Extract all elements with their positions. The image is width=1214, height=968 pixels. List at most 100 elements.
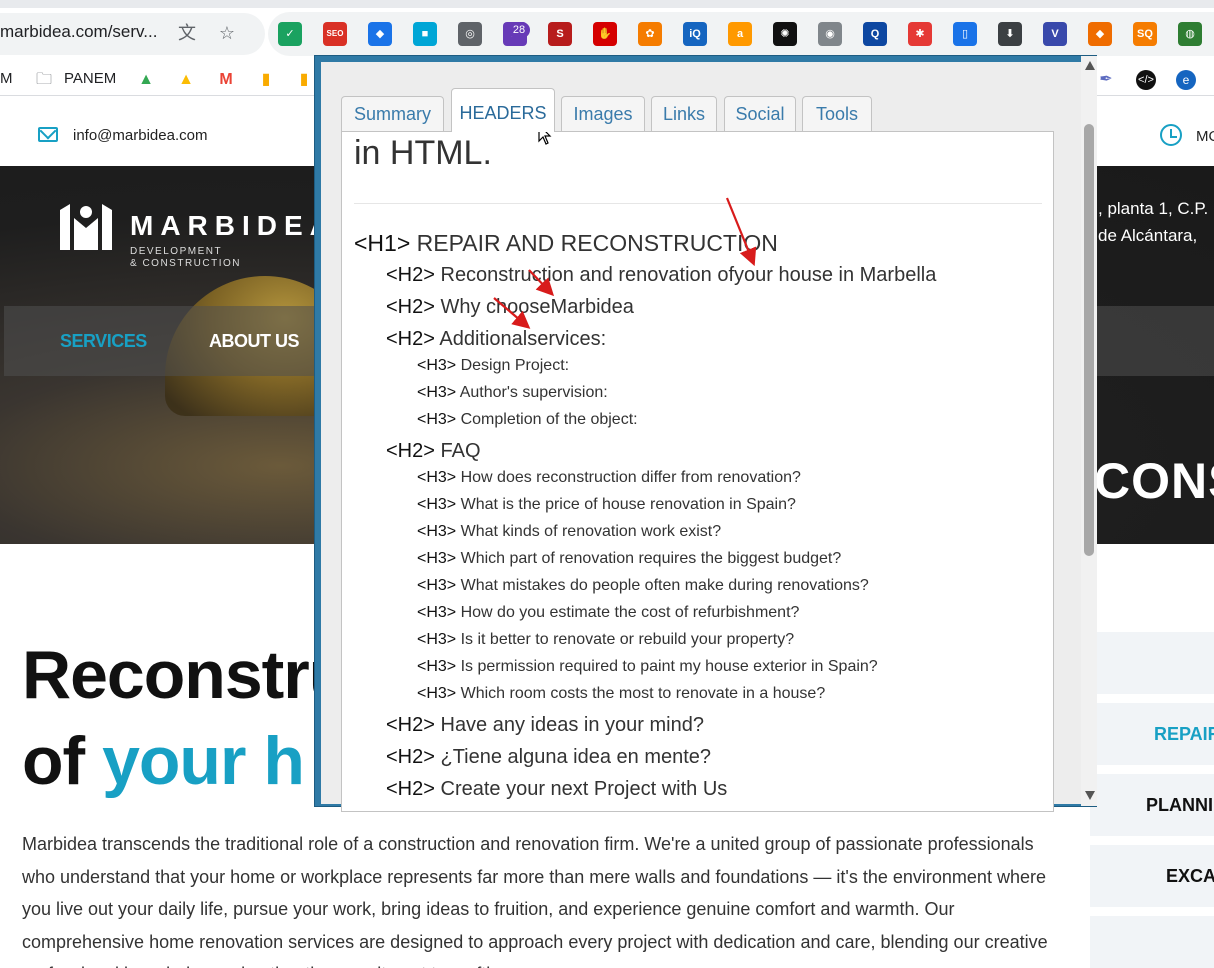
header-row-h3: <H3> Is permission required to paint my …: [417, 658, 878, 676]
header-tag-label: <H3>: [417, 357, 457, 374]
page-title-line-1: Reconstru: [22, 637, 350, 713]
folder-icon[interactable]: 🗀: [34, 70, 54, 90]
scroll-thumb[interactable]: [1084, 124, 1094, 556]
clock-icon: [1160, 124, 1182, 146]
side-item-excavation[interactable]: EXCA: [1166, 866, 1214, 887]
header-tag-label: <H3>: [417, 658, 457, 675]
seo-ext-icon[interactable]: SEO: [323, 22, 347, 46]
page-title-line-2: of your h: [22, 722, 305, 800]
header-tag-label: <H2>: [386, 778, 435, 800]
s-ext-icon[interactable]: S: [548, 22, 572, 46]
headers-panel[interactable]: in HTML. <H1> REPAIR AND RECONSTRUCTION <…: [341, 131, 1054, 812]
header-text: Which part of renovation requires the bi…: [456, 550, 842, 567]
feather-icon[interactable]: ✒: [1096, 70, 1116, 90]
nav-about-us[interactable]: ABOUT US: [209, 331, 300, 352]
header-tag-label: <H3>: [417, 550, 457, 567]
tag-ext-icon[interactable]: ◆: [368, 22, 392, 46]
edge-icon[interactable]: e: [1176, 70, 1196, 90]
globe-ext-icon[interactable]: ◍: [1178, 22, 1202, 46]
header-tag-label: <H3>: [417, 523, 457, 540]
bookmark-m[interactable]: M: [0, 70, 13, 87]
header-tag-label: <H1>: [354, 230, 411, 256]
chatgpt-ext-icon[interactable]: ✺: [773, 22, 797, 46]
header-tag-label: <H3>: [417, 685, 457, 702]
header-text: Is permission required to paint my house…: [456, 658, 878, 675]
bookmark-star-icon[interactable]: ☆: [216, 22, 238, 44]
header-text: Author's supervision:: [456, 384, 608, 401]
tab-social[interactable]: Social: [724, 96, 796, 132]
tab-strip: [0, 0, 1214, 8]
flower-ext-icon[interactable]: ✿: [638, 22, 662, 46]
address-line-2: de Alcántara,: [1098, 226, 1198, 245]
url-text[interactable]: marbidea.com/serv...: [0, 22, 157, 42]
header-text: FAQ: [434, 440, 481, 462]
header-text: What is the price of house renovation in…: [456, 496, 796, 513]
translate-icon[interactable]: 文: [176, 22, 198, 44]
header-tag-label: <H2>: [386, 296, 435, 318]
side-item-planning[interactable]: PLANNI: [1146, 795, 1213, 816]
header-tag-label: <H2>: [386, 440, 435, 462]
scroll-up-arrow-icon[interactable]: [1085, 61, 1095, 70]
search-ext-icon[interactable]: Q: [863, 22, 887, 46]
iq-ext-icon[interactable]: iQ: [683, 22, 707, 46]
header-tag-label: <H2>: [386, 328, 435, 350]
header-text: Why chooseMarbidea: [434, 296, 634, 318]
tab-links[interactable]: Links: [651, 96, 717, 132]
square-ext-icon[interactable]: ■: [413, 22, 437, 46]
code-icon[interactable]: </>: [1136, 70, 1156, 90]
header-row-h2: <H2> Reconstruction and renovation ofyou…: [386, 264, 936, 287]
tab-summary[interactable]: Summary: [341, 96, 444, 132]
drive-icon[interactable]: ▲: [136, 70, 156, 90]
header-row-h3: <H3> What kinds of renovation work exist…: [417, 523, 721, 541]
pin-ext-icon[interactable]: ◎: [458, 22, 482, 46]
title-accent: your h: [102, 723, 305, 799]
analytics-icon-2[interactable]: ▮: [294, 70, 314, 90]
side-item-repair[interactable]: REPAIR: [1154, 724, 1214, 745]
fox-ext-icon[interactable]: ◆: [1088, 22, 1112, 46]
tab-headers[interactable]: HEADERS: [451, 88, 555, 132]
header-text: Reconstruction and renovation ofyour hou…: [434, 264, 937, 286]
bookmark-panem[interactable]: PANEM: [64, 70, 116, 87]
contact-email[interactable]: info@marbidea.com: [73, 127, 207, 144]
header-tag-label: <H3>: [417, 469, 457, 486]
logo-wordmark[interactable]: MARBIDEA: [130, 210, 337, 242]
tab-images[interactable]: Images: [561, 96, 645, 132]
nav-services[interactable]: SERVICES: [60, 331, 147, 352]
v-ext-icon[interactable]: V: [1043, 22, 1067, 46]
title-plain: of: [22, 723, 103, 799]
seo-popup-body: Summary HEADERS Images Links Social Tool…: [321, 62, 1082, 812]
camera-ext-icon[interactable]: ◉: [818, 22, 842, 46]
header-tag-label: <H2>: [386, 746, 435, 768]
header-row-h3: <H3> Author's supervision:: [417, 384, 608, 402]
previous-section-text: in HTML.: [354, 134, 492, 172]
gmail-icon[interactable]: M: [216, 70, 236, 90]
logo-subtitle-2: & CONSTRUCTION: [130, 258, 241, 269]
header-tag-label: <H3>: [417, 384, 457, 401]
logo-icon[interactable]: [60, 204, 112, 250]
header-tag-label: <H3>: [417, 577, 457, 594]
amazon-ext-icon[interactable]: a: [728, 22, 752, 46]
seo-orange-ext-icon[interactable]: SQ: [1133, 22, 1157, 46]
header-row-h2: <H2> FAQ: [386, 440, 481, 463]
header-row-h3: <H3> How does reconstruction differ from…: [417, 469, 801, 487]
logo-subtitle-1: DEVELOPMENT: [130, 246, 223, 257]
header-row-h3: <H3> Completion of the object:: [417, 411, 638, 429]
hand-ext-icon[interactable]: ✋: [593, 22, 617, 46]
download-ext-icon[interactable]: ⬇: [998, 22, 1022, 46]
header-tag-label: <H3>: [417, 496, 457, 513]
analytics-icon[interactable]: ▮: [256, 70, 276, 90]
popup-scrollbar[interactable]: [1081, 56, 1097, 806]
side-card-more[interactable]: [1090, 916, 1214, 968]
header-row-h3: <H3> How do you estimate the cost of ref…: [417, 604, 799, 622]
check-ext-icon[interactable]: ✓: [278, 22, 302, 46]
tab-tools[interactable]: Tools: [802, 96, 872, 132]
phone-ext-icon[interactable]: ▯: [953, 22, 977, 46]
scroll-down-arrow-icon[interactable]: [1085, 791, 1095, 800]
address-line-1: , planta 1, C.P.: [1098, 199, 1209, 218]
hero-heading-fragment: CONS: [1094, 453, 1214, 509]
header-tag-label: <H2>: [386, 714, 435, 736]
side-card-blank[interactable]: [1090, 632, 1214, 694]
drive-icon-2[interactable]: ▲: [176, 70, 196, 90]
spider-ext-icon[interactable]: ✱: [908, 22, 932, 46]
header-row-h2: <H2> Why chooseMarbidea: [386, 296, 634, 319]
